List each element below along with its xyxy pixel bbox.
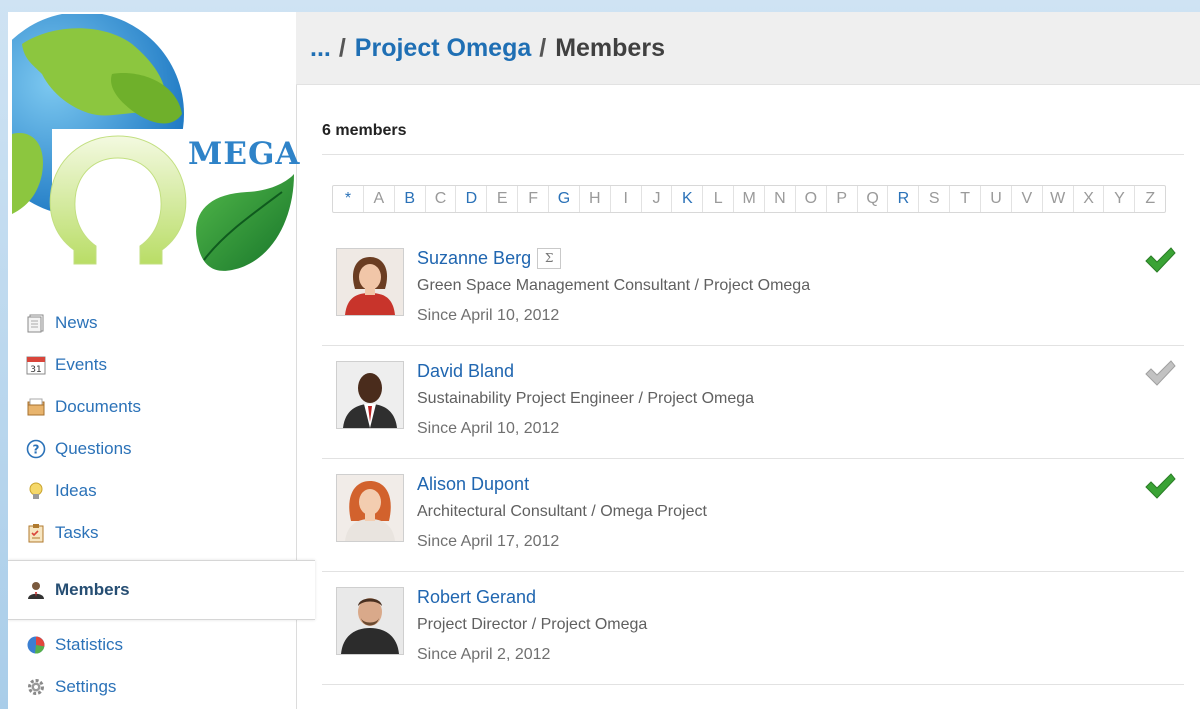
alphabet-filter-letter[interactable]: A (364, 186, 395, 212)
page-title: Members (555, 33, 665, 62)
breadcrumb: ... / Project Omega / Members (296, 12, 1200, 85)
member-name-link[interactable]: Robert Gerand (417, 587, 536, 608)
sidebar-item-statistics[interactable]: Statistics (8, 624, 296, 666)
sidebar-item-label: Events (55, 355, 107, 374)
member-role: Project Director / Project Omega (417, 616, 648, 633)
avatar[interactable] (336, 587, 404, 655)
alphabet-filter-letter[interactable]: Y (1104, 186, 1136, 212)
member-name-link[interactable]: David Bland (417, 361, 514, 382)
sidebar-item-label: News (55, 313, 98, 332)
news-icon (26, 313, 46, 333)
breadcrumb-separator: / (539, 33, 547, 62)
alphabet-filter-letter[interactable]: H (580, 186, 611, 212)
avatar[interactable] (336, 474, 404, 542)
alphabet-filter-letter[interactable]: G (549, 186, 580, 212)
calendar-day: 31 (30, 365, 41, 375)
main-content: 6 members * A B C D E F G H I J K L M N O P Q R S T U V W X Y Z Su… (322, 84, 1184, 685)
lightbulb-icon (26, 481, 46, 501)
alphabet-filter-letter[interactable]: N (765, 186, 796, 212)
alphabet-filter-letter[interactable]: P (827, 186, 858, 212)
member-since: Since April 2, 2012 (417, 646, 551, 663)
member-since: Since April 17, 2012 (417, 533, 560, 550)
sidebar: MEGA News 31 Events Documents ? Question… (8, 12, 315, 709)
list-item: Alison Dupont Architectural Consultant /… (322, 459, 1184, 572)
checkmark-icon[interactable] (1144, 471, 1176, 501)
members-count: 6 members (322, 84, 1184, 155)
member-name-link[interactable]: Suzanne Berg Σ (417, 248, 562, 269)
alphabet-filter-letter[interactable]: * (333, 186, 364, 212)
member-role: Architectural Consultant / Omega Project (417, 503, 707, 520)
member-since: Since April 10, 2012 (417, 307, 560, 324)
gear-icon (26, 677, 46, 697)
sidebar-item-news[interactable]: News (8, 302, 296, 344)
alphabet-filter-letter[interactable]: O (796, 186, 827, 212)
alphabet-filter-letter[interactable]: Q (858, 186, 889, 212)
alphabet-filter-letter[interactable]: T (950, 186, 982, 212)
member-name-link[interactable]: Alison Dupont (417, 474, 529, 495)
question-glyph: ? (33, 443, 40, 457)
sidebar-item-documents[interactable]: Documents (8, 386, 296, 428)
pie-chart-icon (26, 635, 46, 655)
sidebar-item-label: Ideas (55, 481, 97, 500)
avatar[interactable] (336, 248, 404, 316)
alphabet-filter-letter[interactable]: B (395, 186, 426, 212)
alphabet-filter-letter[interactable]: X (1074, 186, 1105, 212)
sidebar-item-label: Settings (55, 677, 117, 696)
alphabet-filter-letter[interactable]: R (888, 186, 920, 212)
alphabet-filter-letter[interactable]: J (642, 186, 673, 212)
sidebar-item-members[interactable]: Members (8, 560, 315, 620)
alphabet-filter-letter[interactable]: M (734, 186, 766, 212)
logo-text: MEGA (188, 136, 301, 172)
list-item: Suzanne Berg Σ Green Space Management Con… (322, 233, 1184, 346)
alphabet-filter: * A B C D E F G H I J K L M N O P Q R S T U V W X Y Z (332, 185, 1166, 213)
sidebar-item-settings[interactable]: Settings (8, 666, 296, 708)
member-role: Green Space Management Consultant / Proj… (417, 277, 811, 294)
sidebar-item-label: Tasks (55, 523, 99, 542)
checkmark-icon[interactable] (1144, 245, 1176, 275)
members-icon (26, 580, 46, 600)
member-role: Sustainability Project Engineer / Projec… (417, 390, 755, 407)
alphabet-filter-letter[interactable]: V (1012, 186, 1043, 212)
sigma-badge: Σ (537, 248, 562, 269)
sidebar-item-label: Questions (55, 439, 132, 458)
breadcrumb-ellipsis[interactable]: ... (310, 34, 331, 63)
checkmark-icon[interactable] (1144, 358, 1176, 388)
list-item: Robert Gerand Project Director / Project… (322, 572, 1184, 685)
alphabet-filter-letter[interactable]: K (672, 186, 704, 212)
alphabet-filter-letter[interactable]: W (1043, 186, 1074, 212)
alphabet-filter-letter[interactable]: S (919, 186, 951, 212)
sidebar-item-ideas[interactable]: Ideas (8, 470, 296, 512)
sidebar-item-questions[interactable]: ? Questions (8, 428, 296, 470)
sidebar-item-events[interactable]: 31 Events (8, 344, 296, 386)
list-item: David Bland Sustainability Project Engin… (322, 346, 1184, 459)
sidebar-item-label: Members (55, 580, 130, 599)
alphabet-filter-letter[interactable]: C (426, 186, 457, 212)
sidebar-item-label: Documents (55, 397, 141, 416)
alphabet-filter-letter[interactable]: I (611, 186, 642, 212)
app-frame: MEGA News 31 Events Documents ? Question… (8, 12, 1200, 709)
alphabet-filter-letter[interactable]: U (981, 186, 1012, 212)
sidebar-nav: News 31 Events Documents ? Questions Ide… (8, 302, 315, 708)
sidebar-item-label: Statistics (55, 635, 124, 654)
documents-icon (26, 397, 46, 417)
member-since: Since April 10, 2012 (417, 420, 560, 437)
breadcrumb-project-link[interactable]: Project Omega (355, 34, 531, 63)
alphabet-filter-letter[interactable]: L (703, 186, 735, 212)
breadcrumb-separator: / (338, 33, 346, 62)
alphabet-filter-letter[interactable]: F (518, 186, 550, 212)
omega-logo[interactable]: MEGA (8, 12, 299, 296)
calendar-icon: 31 (26, 355, 46, 375)
question-icon: ? (26, 439, 46, 459)
alphabet-filter-letter[interactable]: E (487, 186, 519, 212)
member-name: Suzanne Berg (417, 248, 532, 268)
alphabet-filter-letter[interactable]: Z (1135, 186, 1165, 212)
alphabet-filter-letter[interactable]: D (456, 186, 488, 212)
members-list: Suzanne Berg Σ Green Space Management Con… (322, 233, 1184, 685)
sidebar-item-tasks[interactable]: Tasks (8, 512, 296, 554)
tasks-icon (26, 523, 46, 543)
avatar[interactable] (336, 361, 404, 429)
